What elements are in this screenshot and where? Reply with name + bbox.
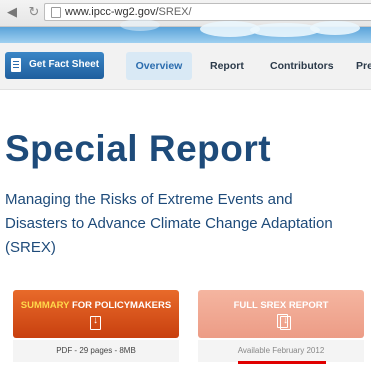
tab-overview[interactable]: Overview (126, 52, 192, 80)
sky-banner (0, 19, 371, 43)
url-text: www.ipcc-wg2.gov/SREX/ (65, 6, 192, 18)
full-report-card: FULL SREX REPORT Available February 2012 (198, 290, 364, 365)
reload-icon[interactable]: ↻ (26, 4, 42, 20)
page-subtitle: Managing the Risks of Extreme Events and… (5, 191, 333, 256)
get-fact-sheet-button[interactable]: Get Fact Sheet (5, 52, 104, 79)
tab-press[interactable]: Pre (356, 52, 371, 80)
page-icon (51, 7, 61, 18)
summary-for-policymakers-button[interactable]: SUMMARY FOR POLICYMAKERS (13, 290, 179, 338)
page-title: Special Report (5, 128, 272, 169)
address-bar[interactable]: www.ipcc-wg2.gov/SREX/ (44, 3, 371, 21)
fact-sheet-icon (11, 58, 21, 72)
summary-button-label: SUMMARY FOR POLICYMAKERS (13, 300, 179, 311)
summary-label-rest: FOR POLICYMAKERS (69, 300, 172, 311)
summary-card: SUMMARY FOR POLICYMAKERS PDF - 29 pages … (13, 290, 179, 365)
full-srex-report-button[interactable]: FULL SREX REPORT (198, 290, 364, 338)
url-host: www.ipcc-wg2.gov/ (65, 6, 159, 18)
red-underline-annotation (238, 361, 326, 364)
full-report-label-rest: FULL SREX REPORT (233, 300, 329, 311)
tab-contributors[interactable]: Contributors (270, 52, 334, 80)
site-navigation: Get Fact Sheet Overview Report Contribut… (0, 43, 371, 90)
url-path: SREX/ (158, 6, 192, 18)
documents-download-icon (277, 314, 291, 330)
summary-label-accent: SUMMARY (20, 300, 70, 311)
back-arrow-icon[interactable]: ◀ (4, 4, 20, 20)
full-report-availability: Available February 2012 (198, 340, 364, 362)
get-fact-sheet-label: Get Fact Sheet (29, 59, 100, 70)
summary-file-info: PDF - 29 pages - 8MB (13, 340, 179, 362)
tab-report[interactable]: Report (210, 52, 244, 80)
full-report-button-label: FULL SREX REPORT (198, 300, 364, 311)
pdf-download-icon (90, 315, 101, 330)
